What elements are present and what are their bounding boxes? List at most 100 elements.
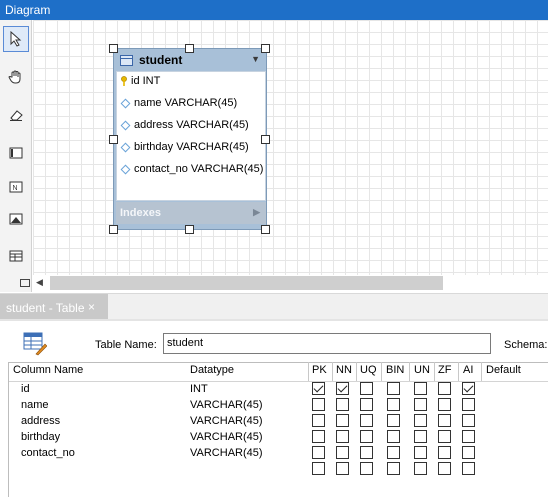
- checkbox-pk[interactable]: [312, 446, 325, 459]
- checkbox-un[interactable]: [414, 462, 427, 475]
- checkbox-zf[interactable]: [438, 462, 451, 475]
- checkbox-bin[interactable]: [387, 430, 400, 443]
- checkbox-uq[interactable]: [360, 446, 373, 459]
- entity-column-contact-no[interactable]: contact_no VARCHAR(45): [120, 160, 263, 178]
- table-name-input[interactable]: student: [163, 333, 491, 354]
- header-nn[interactable]: NN: [336, 364, 352, 376]
- scroll-left-icon[interactable]: ◀: [36, 277, 43, 288]
- checkbox-ai[interactable]: [462, 382, 475, 395]
- checkbox-pk[interactable]: [312, 398, 325, 411]
- checkbox-uq[interactable]: [360, 414, 373, 427]
- checkbox-zf[interactable]: [438, 398, 451, 411]
- entity-column-name[interactable]: name VARCHAR(45): [120, 94, 237, 112]
- header-separator: [458, 362, 459, 382]
- checkbox-bin[interactable]: [387, 398, 400, 411]
- checkbox-nn[interactable]: [336, 430, 349, 443]
- expand-arrow-icon[interactable]: ▶: [253, 207, 260, 218]
- cell-datatype[interactable]: VARCHAR(45): [190, 431, 263, 443]
- checkbox-ai[interactable]: [462, 414, 475, 427]
- checkbox-bin[interactable]: [387, 382, 400, 395]
- checkbox-ai[interactable]: [462, 446, 475, 459]
- note-tool-button[interactable]: N: [3, 174, 29, 200]
- checkbox-pk[interactable]: [312, 430, 325, 443]
- checkbox-un[interactable]: [414, 430, 427, 443]
- diagram-canvas[interactable]: student ▼ id INT name VARCHAR(45) addres…: [33, 20, 548, 275]
- pointer-tool-button[interactable]: [3, 26, 29, 52]
- checkbox-zf[interactable]: [438, 382, 451, 395]
- checkbox-nn[interactable]: [336, 382, 349, 395]
- checkbox-ai[interactable]: [462, 430, 475, 443]
- cell-datatype[interactable]: VARCHAR(45): [190, 399, 263, 411]
- student-table-entity[interactable]: student ▼ id INT name VARCHAR(45) addres…: [113, 48, 267, 230]
- checkbox-nn[interactable]: [336, 414, 349, 427]
- layer-icon: [9, 147, 23, 159]
- checkbox-un[interactable]: [414, 414, 427, 427]
- tab-divider: [0, 319, 548, 321]
- resize-handle[interactable]: [109, 225, 118, 234]
- checkbox-pk[interactable]: [312, 382, 325, 395]
- cell-column-name[interactable]: contact_no: [21, 447, 75, 459]
- horizontal-scrollbar[interactable]: [50, 276, 443, 290]
- header-un[interactable]: UN: [414, 364, 430, 376]
- resize-handle[interactable]: [185, 225, 194, 234]
- checkbox-uq[interactable]: [360, 430, 373, 443]
- checkbox-un[interactable]: [414, 398, 427, 411]
- entity-column-birthday[interactable]: birthday VARCHAR(45): [120, 138, 249, 156]
- resize-handle[interactable]: [261, 135, 270, 144]
- cell-column-name[interactable]: address: [21, 415, 60, 427]
- resize-handle[interactable]: [261, 225, 270, 234]
- checkbox-un[interactable]: [414, 446, 427, 459]
- header-uq[interactable]: UQ: [360, 364, 377, 376]
- cell-datatype[interactable]: VARCHAR(45): [190, 415, 263, 427]
- cell-column-name[interactable]: birthday: [21, 431, 60, 443]
- resize-handle[interactable]: [261, 44, 270, 53]
- header-datatype[interactable]: Datatype: [190, 364, 234, 376]
- resize-handle[interactable]: [109, 135, 118, 144]
- collapse-arrow-icon[interactable]: ▼: [251, 54, 260, 64]
- checkbox-zf[interactable]: [438, 414, 451, 427]
- checkbox-nn[interactable]: [336, 446, 349, 459]
- table-tool-button[interactable]: [3, 243, 29, 269]
- resize-handle[interactable]: [109, 44, 118, 53]
- cell-datatype[interactable]: INT: [190, 383, 208, 395]
- header-zf[interactable]: ZF: [438, 364, 451, 376]
- checkbox-bin[interactable]: [387, 462, 400, 475]
- header-default[interactable]: Default: [486, 364, 521, 376]
- checkbox-nn[interactable]: [336, 462, 349, 475]
- checkbox-uq[interactable]: [360, 382, 373, 395]
- header-bin[interactable]: BIN: [386, 364, 404, 376]
- header-column-name[interactable]: Column Name: [13, 364, 83, 376]
- entity-column-id[interactable]: id INT: [120, 72, 160, 90]
- resize-handle[interactable]: [185, 44, 194, 53]
- checkbox-ai[interactable]: [462, 398, 475, 411]
- header-ai[interactable]: AI: [463, 364, 473, 376]
- header-pk[interactable]: PK: [312, 364, 327, 376]
- image-tool-button[interactable]: [3, 206, 29, 232]
- checkbox-pk[interactable]: [312, 414, 325, 427]
- checkbox-uq[interactable]: [360, 398, 373, 411]
- eraser-tool-button[interactable]: [3, 102, 29, 128]
- cell-column-name[interactable]: id: [21, 383, 30, 395]
- header-separator: [381, 362, 382, 382]
- layer-tool-button[interactable]: [3, 140, 29, 166]
- navigator-icon[interactable]: [20, 279, 30, 287]
- hand-tool-button[interactable]: [3, 64, 29, 90]
- tab-student-table[interactable]: student - Table ×: [0, 294, 108, 321]
- cell-datatype[interactable]: VARCHAR(45): [190, 447, 263, 459]
- editor-tab-strip: student - Table ×: [0, 293, 548, 321]
- entity-indexes-section[interactable]: Indexes ▶: [116, 202, 266, 224]
- checkbox-bin[interactable]: [387, 446, 400, 459]
- checkbox-pk[interactable]: [312, 462, 325, 475]
- checkbox-nn[interactable]: [336, 398, 349, 411]
- cell-column-name[interactable]: name: [21, 399, 49, 411]
- diagram-toolbar: N: [0, 20, 32, 292]
- close-tab-icon[interactable]: ×: [88, 300, 95, 314]
- checkbox-ai[interactable]: [462, 462, 475, 475]
- checkbox-zf[interactable]: [438, 430, 451, 443]
- checkbox-bin[interactable]: [387, 414, 400, 427]
- entity-column-address[interactable]: address VARCHAR(45): [120, 116, 249, 134]
- checkbox-zf[interactable]: [438, 446, 451, 459]
- diagram-panel-title: Diagram: [0, 0, 548, 20]
- checkbox-uq[interactable]: [360, 462, 373, 475]
- checkbox-un[interactable]: [414, 382, 427, 395]
